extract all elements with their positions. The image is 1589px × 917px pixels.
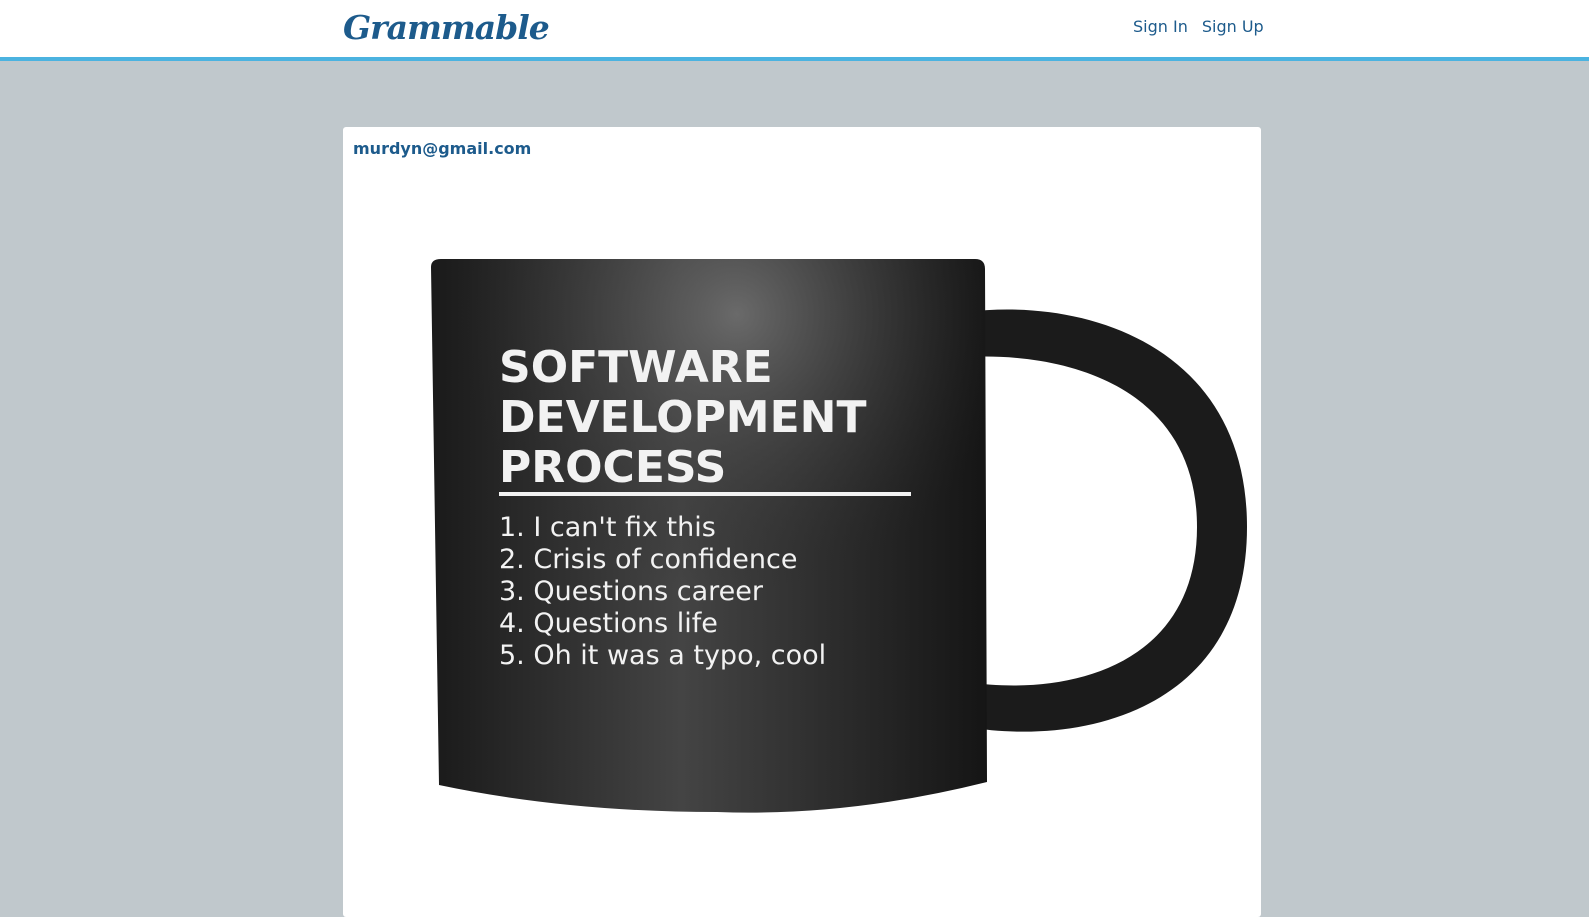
sign-up-link[interactable]: Sign Up: [1202, 17, 1264, 36]
mug-list-item-1: 1. I can't fix this: [499, 512, 716, 543]
sign-in-link[interactable]: Sign In: [1133, 17, 1188, 36]
mug-list-item-2: 2. Crisis of confidence: [499, 544, 797, 575]
post-author-email: murdyn@gmail.com: [353, 139, 532, 158]
mug-list-item-5: 5. Oh it was a typo, cool: [499, 640, 826, 671]
post-image: SOFTWARE DEVELOPMENT PROCESS 1. I can't …: [431, 259, 1247, 813]
mug-title-line-2: DEVELOPMENT: [499, 392, 867, 443]
top-navbar: Grammable Sign In Sign Up: [0, 0, 1589, 61]
mug-title-line-1: SOFTWARE: [499, 342, 773, 393]
mug-title-line-3: PROCESS: [499, 442, 726, 493]
nav-links: Sign In Sign Up: [1133, 17, 1264, 36]
brand-logo-link[interactable]: Grammable: [343, 8, 550, 47]
mug-list-item-4: 4. Questions life: [499, 608, 718, 639]
post-card: murdyn@gmail.com SOFTWARE DEVELOPMENT PR…: [343, 127, 1261, 917]
mug-handle: [967, 309, 1247, 732]
mug-list-item-3: 3. Questions career: [499, 576, 764, 607]
mug-divider: [499, 492, 911, 496]
